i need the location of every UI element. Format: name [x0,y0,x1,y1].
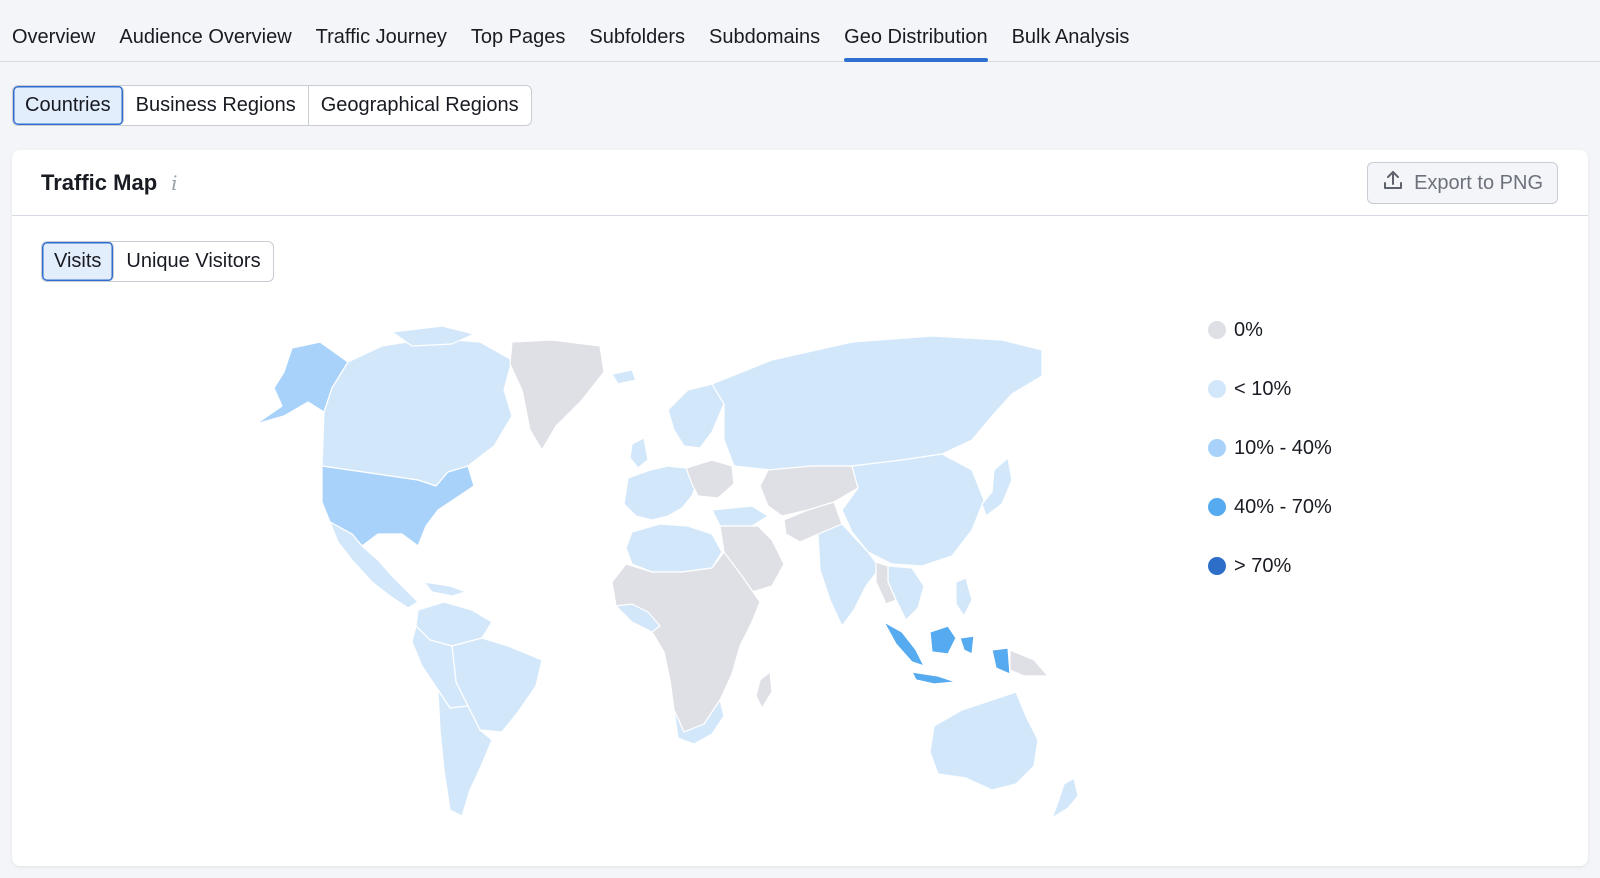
upload-icon [1382,169,1404,197]
region-sumatra[interactable] [883,621,925,667]
card-title: Traffic Map [41,169,158,195]
legend-item: 0% [1208,318,1332,342]
region-philippines[interactable] [955,577,973,617]
legend-label: 10% - 40% [1234,436,1332,459]
export-label: Export to PNG [1414,171,1543,194]
region-turkey[interactable] [711,505,769,527]
region-toggle: Countries Business Regions Geographical … [12,85,532,126]
traffic-map-card: Traffic Map i Export to PNG Visits Uniqu… [12,150,1588,866]
region-australia[interactable] [929,691,1039,791]
legend-dot [1208,439,1226,457]
tab-overview[interactable]: Overview [12,0,95,61]
legend-label: 40% - 70% [1234,495,1332,518]
region-java[interactable] [911,671,957,685]
map-legend: 0% < 10% 10% - 40% 40% - 70% > 70% [1208,318,1332,613]
region-greenland[interactable] [509,339,605,451]
metric-option-visits[interactable]: Visits [42,242,115,281]
region-sulawesi[interactable] [959,635,975,655]
tab-bulk-analysis[interactable]: Bulk Analysis [1012,0,1130,61]
tab-audience-overview[interactable]: Audience Overview [119,0,291,61]
region-option-business-regions[interactable]: Business Regions [124,86,309,125]
region-united-kingdom[interactable] [629,437,649,469]
region-canada[interactable] [321,337,513,487]
legend-item: < 10% [1208,377,1332,401]
legend-label: > 70% [1234,554,1292,577]
metric-option-unique-visitors[interactable]: Unique Visitors [114,242,272,281]
report-tabs: Overview Audience Overview Traffic Journ… [0,0,1600,62]
tab-subdomains[interactable]: Subdomains [709,0,820,61]
legend-item: > 70% [1208,554,1332,578]
region-iceland[interactable] [611,369,637,385]
legend-dot [1208,380,1226,398]
legend-item: 40% - 70% [1208,495,1332,519]
world-map [212,320,1112,830]
legend-label: < 10% [1234,377,1292,400]
legend-dot [1208,498,1226,516]
region-papua[interactable] [991,647,1011,675]
region-scandinavia[interactable] [667,383,725,449]
region-png[interactable] [1009,649,1049,677]
tab-traffic-journey[interactable]: Traffic Journey [316,0,447,61]
region-africa[interactable] [611,551,761,733]
legend-item: 10% - 40% [1208,436,1332,460]
region-madagascar[interactable] [755,671,773,709]
legend-dot [1208,321,1226,339]
region-russia[interactable] [711,335,1043,471]
export-png-button[interactable]: Export to PNG [1367,162,1558,204]
world-map-svg [255,325,1079,819]
info-icon[interactable]: i [171,171,177,195]
legend-label: 0% [1234,318,1263,341]
region-option-geographical-regions[interactable]: Geographical Regions [309,86,531,125]
region-caribbean[interactable] [423,581,467,597]
region-new-zealand[interactable] [1051,777,1079,819]
region-western-europe[interactable] [623,465,699,521]
tab-top-pages[interactable]: Top Pages [471,0,566,61]
metric-toggle: Visits Unique Visitors [41,241,274,282]
region-north-africa[interactable] [625,523,723,573]
card-header: Traffic Map i Export to PNG [12,150,1588,216]
tab-subfolders[interactable]: Subfolders [589,0,685,61]
legend-dot [1208,557,1226,575]
region-japan[interactable] [981,457,1013,517]
region-option-countries[interactable]: Countries [13,86,124,125]
tab-geo-distribution[interactable]: Geo Distribution [844,0,988,62]
region-borneo[interactable] [929,625,957,655]
